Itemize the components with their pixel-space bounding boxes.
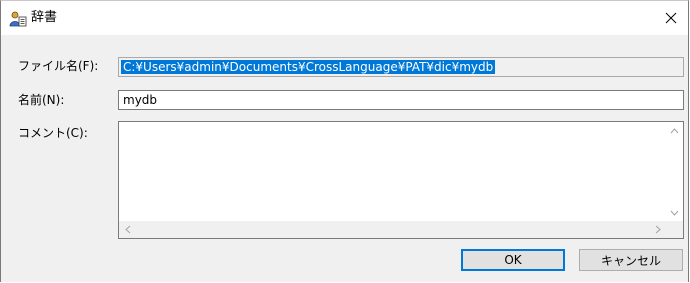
- window-title: 辞書: [31, 10, 58, 25]
- scroll-right-arrow-icon[interactable]: [649, 221, 666, 238]
- comment-horizontal-scrollbar[interactable]: [119, 221, 666, 238]
- scroll-down-arrow-icon[interactable]: [666, 204, 683, 221]
- name-label: 名前(N):: [18, 93, 65, 107]
- file-name-label: ファイル名(F):: [18, 59, 99, 73]
- scroll-up-arrow-icon[interactable]: [666, 122, 683, 139]
- close-icon: [665, 12, 677, 24]
- dialog-body: ファイル名(F): C:¥Users¥admin¥Documents¥Cross…: [1, 35, 688, 282]
- comment-textarea[interactable]: [118, 121, 684, 239]
- title-bar[interactable]: 辞書: [1, 1, 688, 35]
- comment-vertical-scrollbar[interactable]: [666, 122, 683, 221]
- name-field[interactable]: [118, 90, 684, 110]
- dictionary-app-icon: [9, 11, 27, 27]
- close-button[interactable]: [656, 3, 686, 33]
- cancel-button[interactable]: キャンセル: [579, 249, 683, 271]
- file-path-selected-text: C:¥Users¥admin¥Documents¥CrossLanguage¥P…: [121, 60, 496, 74]
- scroll-left-arrow-icon[interactable]: [119, 221, 136, 238]
- scrollbar-corner: [666, 221, 683, 238]
- comment-label: コメント(C):: [18, 126, 88, 140]
- name-input[interactable]: [121, 92, 680, 108]
- file-path-field[interactable]: C:¥Users¥admin¥Documents¥CrossLanguage¥P…: [118, 57, 684, 77]
- ok-button[interactable]: OK: [461, 249, 565, 271]
- dictionary-dialog: 辞書 ファイル名(F): C:¥Users¥admin¥Documents¥Cr…: [0, 0, 689, 282]
